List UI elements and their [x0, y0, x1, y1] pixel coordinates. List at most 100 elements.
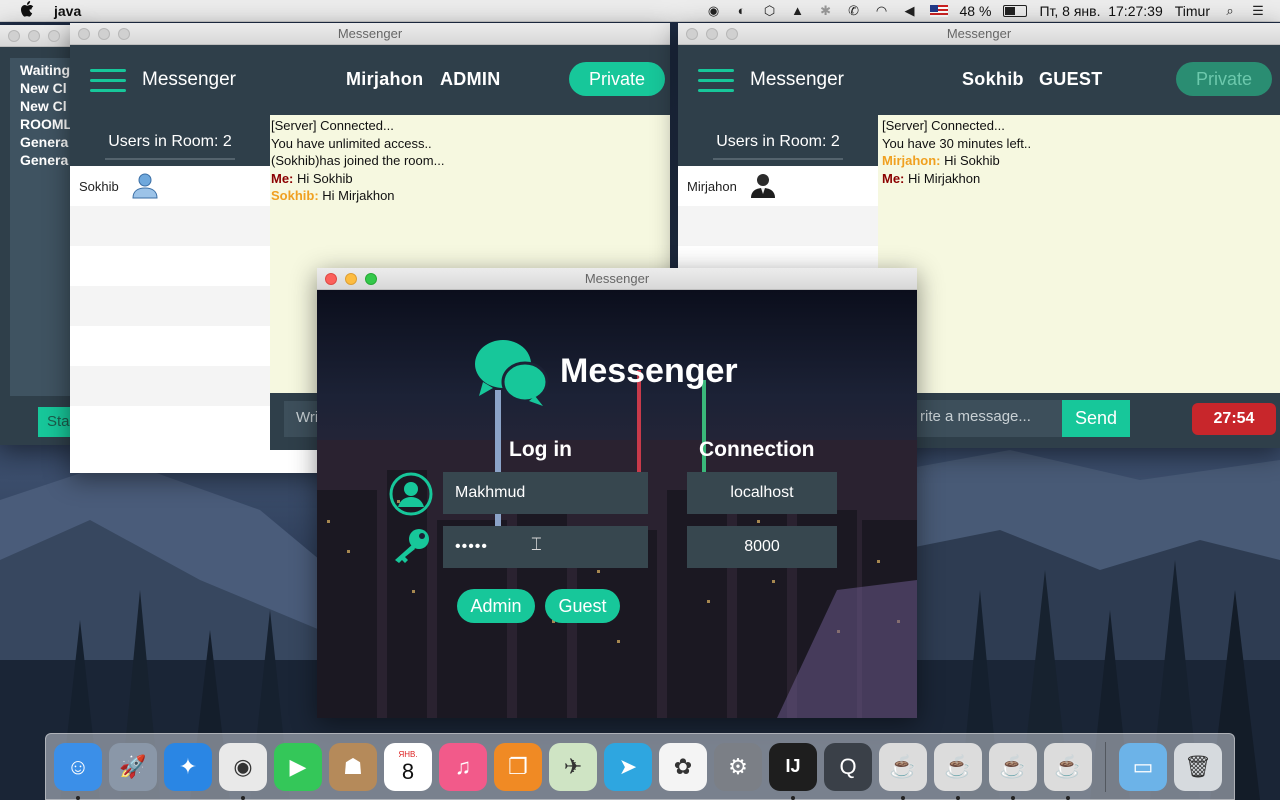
ibooks-icon[interactable]: ❐ — [494, 742, 542, 791]
facetime-icon[interactable]: ▶ — [274, 742, 322, 791]
record-icon[interactable]: ◉ — [706, 3, 722, 18]
java-icon-3[interactable]: ☕ — [989, 742, 1037, 800]
launchpad-icon[interactable]: 🚀 — [109, 742, 157, 791]
app-title: Messenger — [750, 69, 844, 90]
menu-bar: java ◉ ◐ ⬡ ▲ ✱ ✆ ◠ ◀ 48 % Пт, 8 янв. 17:… — [0, 0, 1280, 22]
downloads-folder-icon[interactable]: ▭ — [1119, 742, 1167, 791]
close-icon[interactable] — [8, 29, 20, 42]
intellij-icon[interactable]: IJ — [769, 742, 817, 800]
items-glyph: ❐ — [508, 753, 528, 779]
message-bar: rite a message... Send 27:54 — [878, 393, 1280, 448]
room-sidebar: Users in Room: 2 Sokhib — [70, 115, 270, 450]
finder-icon[interactable]: ☺ — [54, 742, 102, 800]
minimize-icon[interactable] — [706, 27, 718, 40]
user-name: Mirjahon — [687, 178, 737, 194]
items-glyph: ♫ — [454, 753, 472, 779]
chrome-icon[interactable]: ◉ — [219, 742, 267, 800]
message-input[interactable]: rite a message... — [908, 400, 1062, 437]
private-button[interactable]: Private — [569, 62, 666, 96]
close-icon[interactable] — [686, 27, 698, 40]
volume-icon[interactable]: ◀ — [902, 3, 918, 18]
headset-icon[interactable]: ◐ — [734, 3, 750, 18]
message-text: Hi Sokhib — [940, 153, 1000, 168]
trash-icon[interactable]: 🗑 — [1174, 742, 1222, 791]
elephant-icon[interactable]: ▲ — [790, 3, 806, 18]
admin-window-titlebar[interactable]: Messenger — [70, 23, 670, 45]
user-menu[interactable]: Timur — [1175, 3, 1210, 19]
box-icon[interactable]: ⬡ — [762, 3, 778, 18]
login-panel: Messenger Log in Connection Makhmud ••••… — [317, 290, 917, 718]
user-list-item[interactable]: Sokhib — [70, 166, 270, 206]
port-field[interactable]: 8000 — [687, 526, 837, 568]
trail-glyph: ▭ — [1132, 753, 1154, 779]
flag-icon[interactable] — [929, 4, 948, 17]
room-count-label: Users in Room: 2 — [716, 133, 840, 150]
bluetooth-icon[interactable]: ✱ — [818, 3, 834, 18]
items-glyph: ➤ — [618, 753, 638, 779]
items-glyph: ☕ — [1054, 753, 1082, 779]
telegram-icon[interactable]: ➤ — [604, 742, 652, 791]
current-user-name: Mirjahon — [346, 69, 424, 89]
minimize-icon[interactable] — [28, 29, 40, 42]
wifi-icon[interactable]: ◠ — [874, 3, 890, 18]
message-text: Hi Mirjakhon — [318, 188, 395, 203]
close-icon[interactable] — [325, 272, 337, 285]
message-sender: Sokhib: — [271, 188, 319, 203]
list-icon[interactable]: ☰ — [1250, 3, 1266, 18]
zoom-icon[interactable] — [365, 272, 377, 285]
java-icon-2[interactable]: ☕ — [934, 742, 982, 800]
private-button[interactable]: Private — [1176, 62, 1273, 96]
admin-login-button[interactable]: Admin — [457, 589, 535, 623]
contacts-icon[interactable]: ☗ — [329, 742, 377, 791]
message-text: You have unlimited access.. — [271, 135, 432, 151]
user-list-item[interactable]: Mirjahon — [678, 166, 878, 206]
background-window-titlebar[interactable] — [0, 25, 80, 47]
message-text: (Sokhib)has joined the room... — [271, 153, 445, 168]
running-indicator — [1066, 795, 1070, 800]
search-icon[interactable]: ⌕ — [1222, 3, 1238, 18]
battery-icon[interactable] — [1003, 4, 1028, 17]
calendar-icon[interactable]: ЯНВ. 8 — [384, 742, 432, 791]
username-field[interactable]: Makhmud — [443, 472, 648, 514]
menu-icon[interactable] — [90, 68, 126, 92]
system-preferences-icon[interactable]: ⚙ — [714, 742, 762, 791]
host-field[interactable]: localhost — [687, 472, 837, 514]
app-title: Messenger — [142, 69, 236, 90]
safari-icon[interactable]: ✦ — [164, 742, 212, 791]
chat-message: [Server] Connected... — [271, 117, 666, 135]
menu-icon[interactable] — [698, 68, 734, 92]
zoom-icon[interactable] — [118, 27, 130, 40]
quicktime-icon[interactable]: Q — [824, 742, 872, 791]
items-glyph: ☺ — [66, 753, 90, 779]
session-timer: 27:54 — [1192, 403, 1276, 435]
password-field[interactable]: ••••• — [443, 526, 648, 568]
minimize-icon[interactable] — [345, 272, 357, 285]
message-text: Hi Mirjakhon — [904, 170, 981, 186]
send-button[interactable]: Send — [1062, 400, 1130, 437]
items-glyph: ☕ — [889, 753, 917, 779]
guest-login-button[interactable]: Guest — [545, 589, 620, 623]
phone-icon[interactable]: ✆ — [846, 3, 862, 18]
zoom-icon[interactable] — [726, 27, 738, 40]
close-icon[interactable] — [78, 27, 90, 40]
chat-message: Sokhib: Hi Mirjakhon — [271, 187, 666, 205]
chat-message: You have unlimited access.. — [271, 135, 666, 153]
java-icon-1[interactable]: ☕ — [879, 742, 927, 800]
apple-icon[interactable] — [20, 0, 36, 21]
java-icon-4[interactable]: ☕ — [1044, 742, 1092, 800]
items-glyph: ☕ — [999, 753, 1027, 779]
zoom-icon[interactable] — [48, 29, 60, 42]
maps-icon[interactable]: ✈ — [549, 742, 597, 791]
user-dark-icon — [749, 171, 777, 202]
chat-message: You have 30 minutes left.. — [882, 135, 1276, 153]
guest-window-titlebar[interactable]: Messenger — [678, 23, 1280, 45]
app-menu-name[interactable]: java — [54, 3, 81, 19]
itunes-icon[interactable]: ♫ — [439, 742, 487, 791]
room-count-label: Users in Room: 2 — [108, 133, 232, 150]
login-section-title: Log in — [509, 438, 572, 461]
calendar-month: ЯНВ. — [398, 749, 418, 759]
datetime-label[interactable]: Пт, 8 янв. 17:27:39 — [1039, 3, 1162, 19]
login-window-titlebar[interactable]: Messenger — [317, 268, 917, 290]
photos-icon[interactable]: ✿ — [659, 742, 707, 791]
minimize-icon[interactable] — [98, 27, 110, 40]
